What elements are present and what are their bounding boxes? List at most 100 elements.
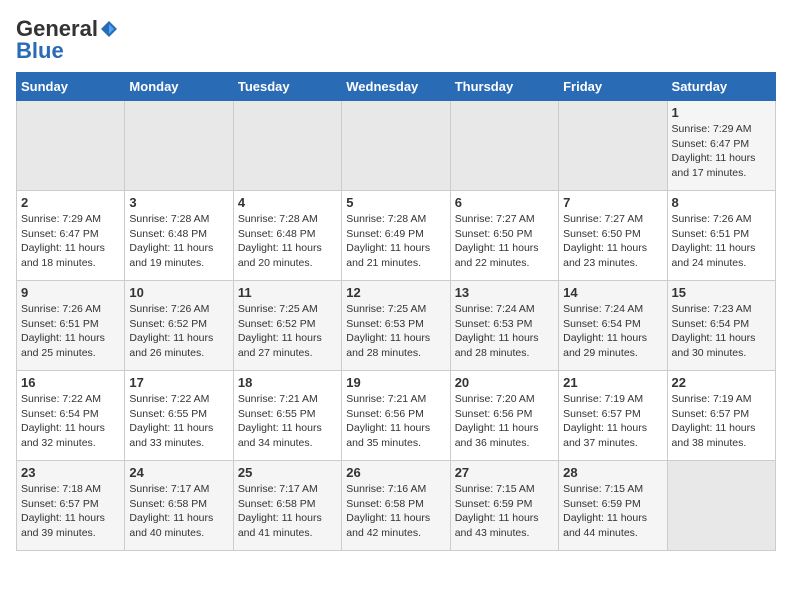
day-cell: 25 Sunrise: 7:17 AM Sunset: 6:58 PM Dayli… [233,461,341,551]
day-info: Sunrise: 7:25 AM Sunset: 6:52 PM Dayligh… [238,302,337,361]
day-info: Sunrise: 7:17 AM Sunset: 6:58 PM Dayligh… [129,482,228,541]
day-info: Sunrise: 7:24 AM Sunset: 6:54 PM Dayligh… [563,302,662,361]
day-cell: 23 Sunrise: 7:18 AM Sunset: 6:57 PM Dayli… [17,461,125,551]
day-cell: 6 Sunrise: 7:27 AM Sunset: 6:50 PM Daylig… [450,191,558,281]
day-cell: 21 Sunrise: 7:19 AM Sunset: 6:57 PM Dayli… [559,371,667,461]
day-cell [233,101,341,191]
week-row-2: 2 Sunrise: 7:29 AM Sunset: 6:47 PM Daylig… [17,191,776,281]
day-number: 7 [563,195,662,210]
day-cell: 4Sunrise: 7:28 AM Sunset: 6:48 PM Daylig… [233,191,341,281]
day-number: 12 [346,285,445,300]
day-info: Sunrise: 7:21 AM Sunset: 6:56 PM Dayligh… [346,392,445,451]
day-number: 13 [455,285,554,300]
day-info: Sunrise: 7:19 AM Sunset: 6:57 PM Dayligh… [563,392,662,451]
day-info: Sunrise: 7:26 AM Sunset: 6:51 PM Dayligh… [672,212,771,271]
day-cell: 18 Sunrise: 7:21 AM Sunset: 6:55 PM Dayli… [233,371,341,461]
day-info: Sunrise: 7:21 AM Sunset: 6:55 PM Dayligh… [238,392,337,451]
day-number: 18 [238,375,337,390]
day-cell: 26 Sunrise: 7:16 AM Sunset: 6:58 PM Dayli… [342,461,450,551]
header-thursday: Thursday [450,73,558,101]
week-row-5: 23 Sunrise: 7:18 AM Sunset: 6:57 PM Dayli… [17,461,776,551]
day-cell: 13Sunrise: 7:24 AM Sunset: 6:53 PM Dayli… [450,281,558,371]
day-cell: 16 Sunrise: 7:22 AM Sunset: 6:54 PM Dayli… [17,371,125,461]
header-friday: Friday [559,73,667,101]
day-info: Sunrise: 7:25 AM Sunset: 6:53 PM Dayligh… [346,302,445,361]
day-cell: 5Sunrise: 7:28 AM Sunset: 6:49 PM Daylig… [342,191,450,281]
day-cell [667,461,775,551]
day-cell: 15 Sunrise: 7:23 AM Sunset: 6:54 PM Dayli… [667,281,775,371]
day-number: 1 [672,105,771,120]
day-info: Sunrise: 7:29 AM Sunset: 6:47 PM Dayligh… [672,122,771,181]
day-cell: 2 Sunrise: 7:29 AM Sunset: 6:47 PM Daylig… [17,191,125,281]
day-info: Sunrise: 7:16 AM Sunset: 6:58 PM Dayligh… [346,482,445,541]
day-info: Sunrise: 7:15 AM Sunset: 6:59 PM Dayligh… [563,482,662,541]
calendar-table: SundayMondayTuesdayWednesdayThursdayFrid… [16,72,776,551]
day-cell: 3 Sunrise: 7:28 AM Sunset: 6:48 PM Daylig… [125,191,233,281]
day-info: Sunrise: 7:17 AM Sunset: 6:58 PM Dayligh… [238,482,337,541]
day-cell [342,101,450,191]
day-info: Sunrise: 7:19 AM Sunset: 6:57 PM Dayligh… [672,392,771,451]
day-info: Sunrise: 7:26 AM Sunset: 6:52 PM Dayligh… [129,302,228,361]
day-cell: 24 Sunrise: 7:17 AM Sunset: 6:58 PM Dayli… [125,461,233,551]
day-number: 26 [346,465,445,480]
day-cell [17,101,125,191]
day-info: Sunrise: 7:26 AM Sunset: 6:51 PM Dayligh… [21,302,120,361]
day-number: 10 [129,285,228,300]
day-number: 27 [455,465,554,480]
day-cell: 22 Sunrise: 7:19 AM Sunset: 6:57 PM Dayli… [667,371,775,461]
day-number: 11 [238,285,337,300]
week-row-3: 9 Sunrise: 7:26 AM Sunset: 6:51 PM Daylig… [17,281,776,371]
day-info: Sunrise: 7:28 AM Sunset: 6:48 PM Dayligh… [238,212,337,271]
day-cell: 17 Sunrise: 7:22 AM Sunset: 6:55 PM Dayli… [125,371,233,461]
header-tuesday: Tuesday [233,73,341,101]
day-info: Sunrise: 7:22 AM Sunset: 6:54 PM Dayligh… [21,392,120,451]
day-number: 17 [129,375,228,390]
day-number: 9 [21,285,120,300]
day-info: Sunrise: 7:27 AM Sunset: 6:50 PM Dayligh… [563,212,662,271]
page-header: General Blue [16,16,776,64]
calendar-header-row: SundayMondayTuesdayWednesdayThursdayFrid… [17,73,776,101]
day-info: Sunrise: 7:23 AM Sunset: 6:54 PM Dayligh… [672,302,771,361]
day-number: 3 [129,195,228,210]
day-number: 25 [238,465,337,480]
day-cell [559,101,667,191]
day-number: 28 [563,465,662,480]
day-number: 15 [672,285,771,300]
day-cell: 9 Sunrise: 7:26 AM Sunset: 6:51 PM Daylig… [17,281,125,371]
day-cell: 1 Sunrise: 7:29 AM Sunset: 6:47 PM Daylig… [667,101,775,191]
day-number: 22 [672,375,771,390]
day-cell: 14Sunrise: 7:24 AM Sunset: 6:54 PM Dayli… [559,281,667,371]
day-cell: 12 Sunrise: 7:25 AM Sunset: 6:53 PM Dayli… [342,281,450,371]
day-number: 23 [21,465,120,480]
day-cell: 7 Sunrise: 7:27 AM Sunset: 6:50 PM Daylig… [559,191,667,281]
day-info: Sunrise: 7:18 AM Sunset: 6:57 PM Dayligh… [21,482,120,541]
week-row-4: 16 Sunrise: 7:22 AM Sunset: 6:54 PM Dayli… [17,371,776,461]
day-info: Sunrise: 7:29 AM Sunset: 6:47 PM Dayligh… [21,212,120,271]
day-number: 24 [129,465,228,480]
logo: General Blue [16,16,118,64]
day-number: 19 [346,375,445,390]
header-wednesday: Wednesday [342,73,450,101]
day-number: 5 [346,195,445,210]
day-cell: 8 Sunrise: 7:26 AM Sunset: 6:51 PM Daylig… [667,191,775,281]
day-info: Sunrise: 7:22 AM Sunset: 6:55 PM Dayligh… [129,392,228,451]
day-number: 16 [21,375,120,390]
day-cell [125,101,233,191]
day-number: 20 [455,375,554,390]
day-cell: 20 Sunrise: 7:20 AM Sunset: 6:56 PM Dayli… [450,371,558,461]
day-number: 21 [563,375,662,390]
day-cell: 10 Sunrise: 7:26 AM Sunset: 6:52 PM Dayli… [125,281,233,371]
day-cell: 28 Sunrise: 7:15 AM Sunset: 6:59 PM Dayli… [559,461,667,551]
header-monday: Monday [125,73,233,101]
header-saturday: Saturday [667,73,775,101]
day-cell: 19 Sunrise: 7:21 AM Sunset: 6:56 PM Dayli… [342,371,450,461]
day-info: Sunrise: 7:27 AM Sunset: 6:50 PM Dayligh… [455,212,554,271]
header-sunday: Sunday [17,73,125,101]
day-number: 8 [672,195,771,210]
day-info: Sunrise: 7:20 AM Sunset: 6:56 PM Dayligh… [455,392,554,451]
day-number: 2 [21,195,120,210]
day-number: 6 [455,195,554,210]
day-info: Sunrise: 7:28 AM Sunset: 6:48 PM Dayligh… [129,212,228,271]
day-info: Sunrise: 7:15 AM Sunset: 6:59 PM Dayligh… [455,482,554,541]
week-row-1: 1 Sunrise: 7:29 AM Sunset: 6:47 PM Daylig… [17,101,776,191]
